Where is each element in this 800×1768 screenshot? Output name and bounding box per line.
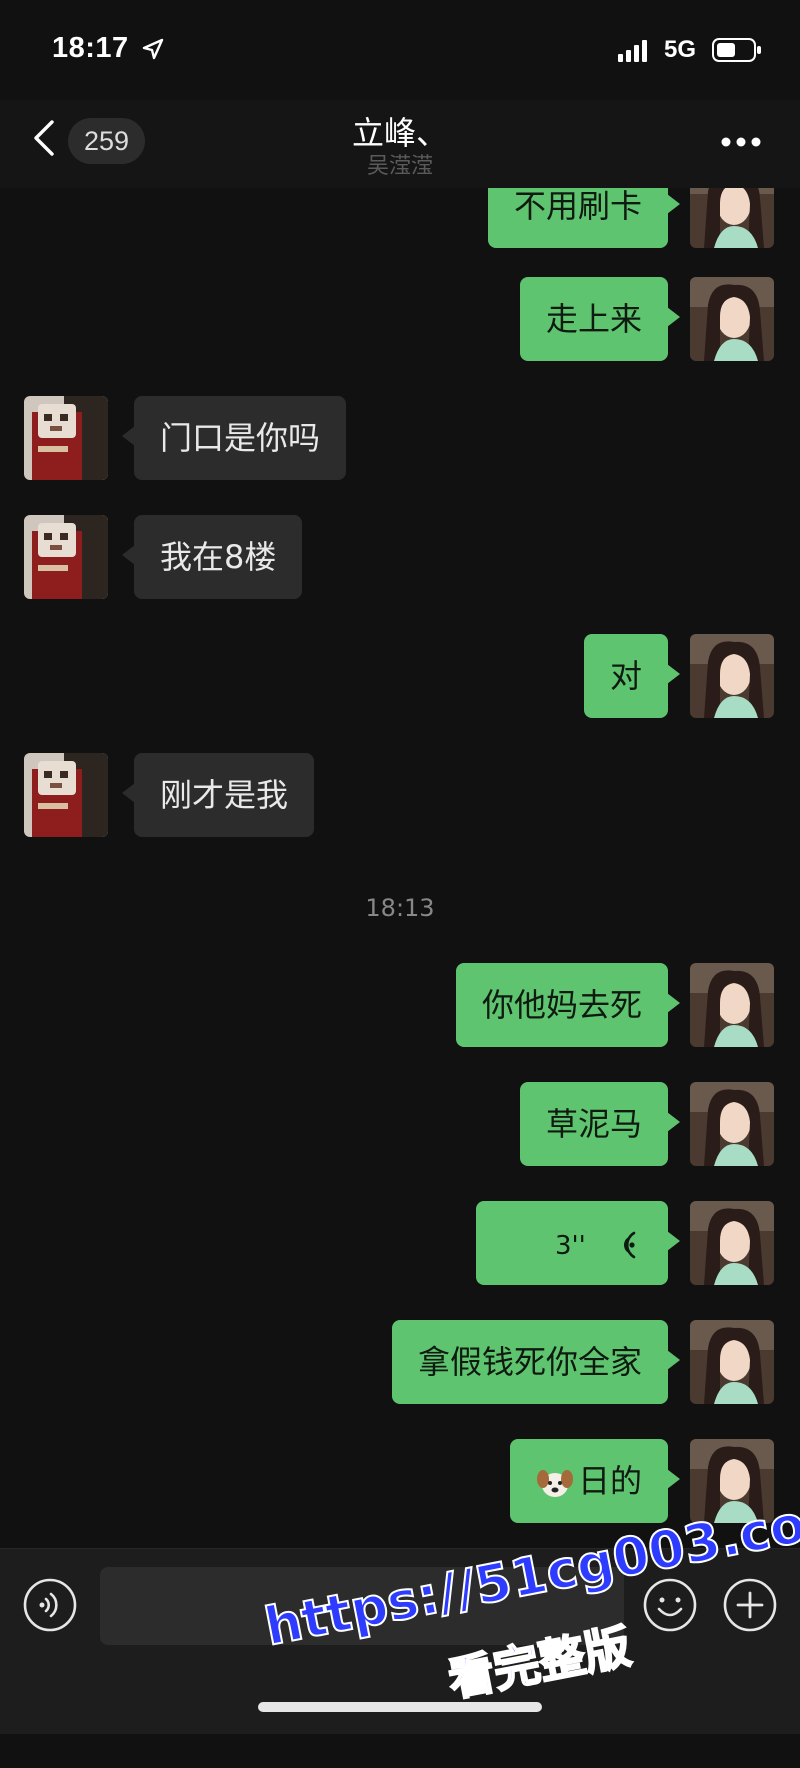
my-avatar[interactable] <box>690 1439 774 1523</box>
my-avatar[interactable] <box>690 1082 774 1166</box>
my-avatar[interactable] <box>690 1320 774 1404</box>
emoji-button-icon[interactable] <box>642 1577 698 1633</box>
my-avatar[interactable] <box>690 963 774 1047</box>
voice-wave-icon <box>624 1231 636 1259</box>
message-row: 你他妈去死 <box>0 963 800 1049</box>
contact-avatar[interactable] <box>24 396 108 480</box>
outgoing-message-bubble[interactable]: 不用刷卡 <box>487 188 681 248</box>
voice-input-toggle-icon[interactable] <box>22 1577 78 1633</box>
message-row: 3'' <box>0 1201 800 1287</box>
outgoing-message-bubble[interactable]: 日的 <box>509 1439 681 1523</box>
message-row: 不用刷卡 <box>0 188 800 250</box>
message-row: 门口是你吗 <box>0 396 800 482</box>
chat-header: 259 立峰、 吴滢滢 <box>0 100 800 188</box>
outgoing-message-bubble[interactable]: 草泥马 <box>519 1082 681 1166</box>
contact-avatar[interactable] <box>24 515 108 599</box>
message-list[interactable]: 不用刷卡 走上来 门口是你吗 我在8楼 对 刚才是我 18:13 你他妈去死 草… <box>0 188 800 1548</box>
network-label: 5G <box>664 36 697 63</box>
my-avatar[interactable] <box>690 188 774 248</box>
battery-icon <box>712 38 761 62</box>
voice-message-bubble[interactable]: 3'' <box>476 1201 680 1285</box>
contact-avatar[interactable] <box>24 753 108 837</box>
outgoing-message-bubble[interactable]: 拿假钱死你全家 <box>391 1320 681 1404</box>
message-row: 走上来 <box>0 277 800 363</box>
my-avatar[interactable] <box>690 634 774 718</box>
message-row: 草泥马 <box>0 1082 800 1168</box>
incoming-message-bubble[interactable]: 我在8楼 <box>121 515 303 599</box>
status-time: 18:17 <box>52 32 129 64</box>
message-row: 拿假钱死你全家 <box>0 1320 800 1406</box>
dog-face-icon <box>536 1470 573 1497</box>
message-text: 日的 <box>577 1462 642 1500</box>
incoming-message-bubble[interactable]: 门口是你吗 <box>121 396 347 480</box>
incoming-message-bubble[interactable]: 刚才是我 <box>121 753 315 837</box>
message-timestamp: 18:13 <box>365 894 435 922</box>
chat-subtitle: 吴滢滢 <box>366 154 433 179</box>
message-row: 对 <box>0 634 800 720</box>
voice-duration: 3'' <box>554 1231 586 1261</box>
signal-icon <box>618 40 647 62</box>
status-bar: 18:17 5G <box>0 0 800 100</box>
message-row: 刚才是我 <box>0 753 800 839</box>
message-input[interactable] <box>100 1567 624 1645</box>
my-avatar[interactable] <box>690 1201 774 1285</box>
home-indicator <box>258 1702 542 1712</box>
plus-button-icon[interactable] <box>722 1577 778 1633</box>
my-avatar[interactable] <box>690 277 774 361</box>
message-row: 日的 <box>0 1439 800 1525</box>
outgoing-message-bubble[interactable]: 你他妈去死 <box>455 963 681 1047</box>
outgoing-message-bubble[interactable]: 走上来 <box>519 277 681 361</box>
outgoing-message-bubble[interactable]: 对 <box>583 634 681 718</box>
more-options-icon[interactable] <box>720 136 762 148</box>
message-row: 我在8楼 <box>0 515 800 601</box>
location-arrow-icon <box>142 38 164 60</box>
